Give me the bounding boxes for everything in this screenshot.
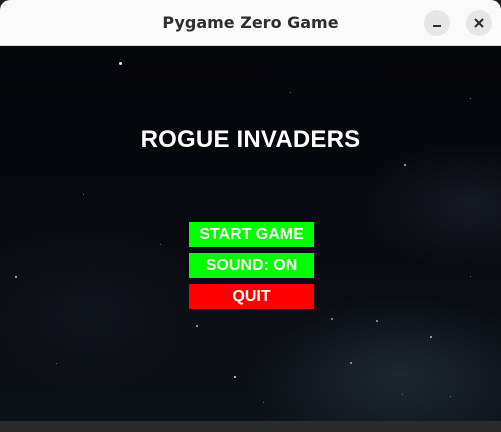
- star: [404, 164, 406, 166]
- star: [430, 336, 432, 338]
- app-window: Pygame Zero Game ROGUE INVADERS START GA…: [0, 0, 501, 432]
- close-icon: [474, 18, 484, 28]
- start-game-button[interactable]: START GAME: [189, 222, 314, 247]
- star: [83, 194, 84, 195]
- game-canvas[interactable]: ROGUE INVADERS START GAME SOUND: ON QUIT: [0, 46, 501, 421]
- star: [470, 276, 471, 277]
- close-button[interactable]: [466, 10, 492, 36]
- star: [263, 402, 264, 403]
- star: [234, 376, 236, 378]
- game-title: ROGUE INVADERS: [140, 126, 361, 153]
- star: [290, 92, 291, 93]
- star: [402, 394, 403, 395]
- quit-button[interactable]: QUIT: [189, 284, 314, 309]
- sound-toggle-button[interactable]: SOUND: ON: [189, 253, 314, 278]
- window-bottom-edge: [0, 421, 501, 432]
- star: [331, 318, 333, 320]
- star: [15, 276, 17, 278]
- star: [450, 396, 451, 397]
- star: [160, 244, 161, 245]
- star: [376, 320, 378, 322]
- minimize-icon: [433, 25, 441, 27]
- title-bar: Pygame Zero Game: [0, 0, 501, 46]
- star: [196, 325, 198, 327]
- minimize-button[interactable]: [424, 10, 450, 36]
- star: [119, 62, 122, 65]
- star: [56, 363, 57, 364]
- star: [470, 98, 471, 99]
- star: [350, 362, 352, 364]
